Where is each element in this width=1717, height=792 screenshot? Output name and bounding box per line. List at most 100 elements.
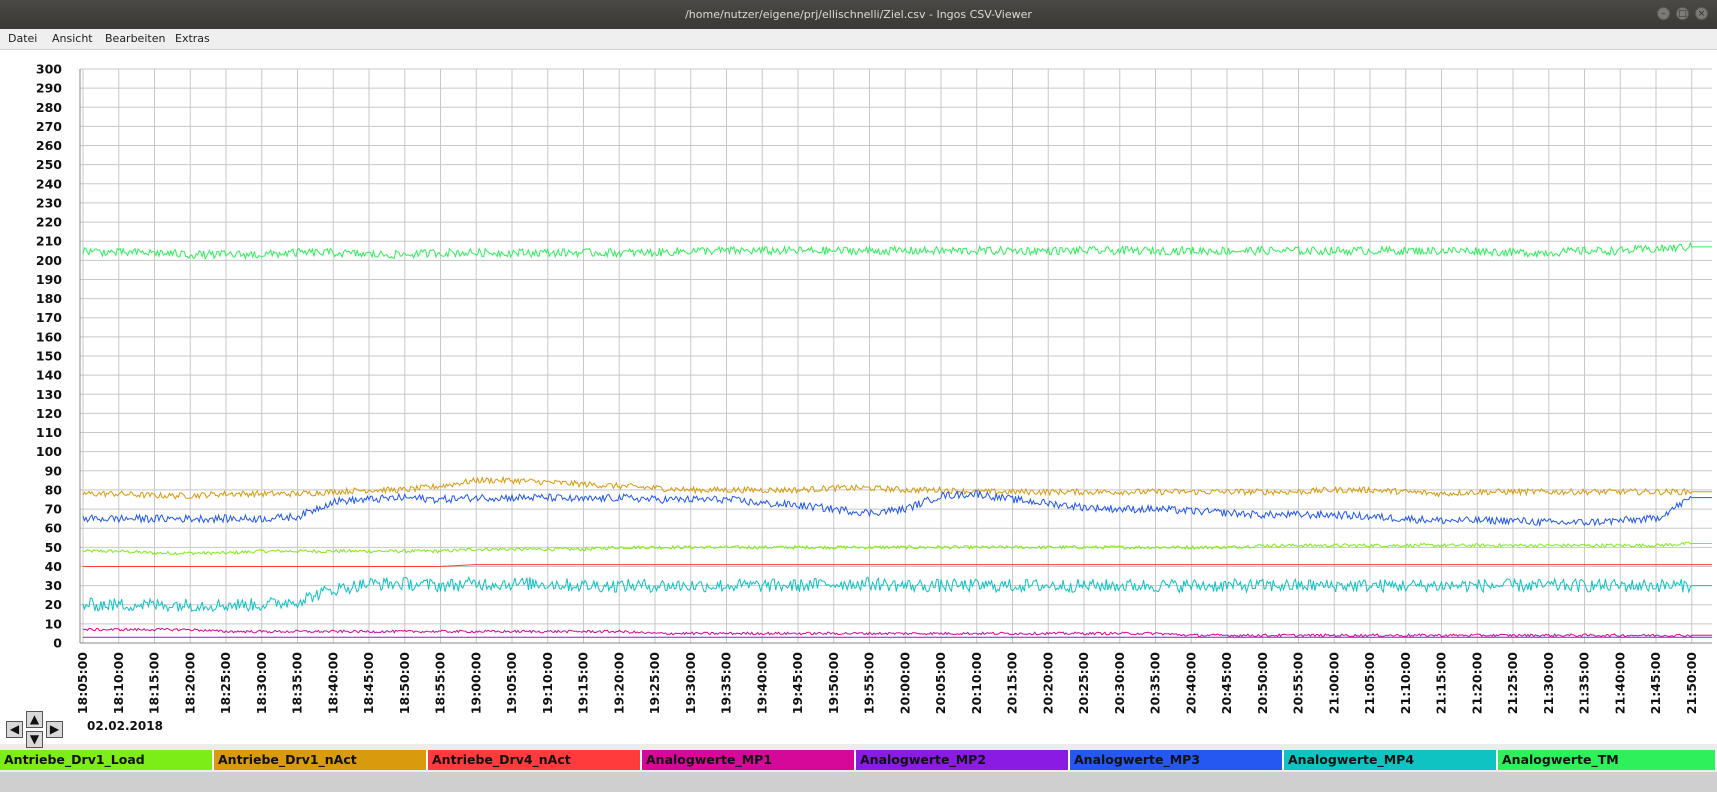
y-tick-label: 70 [45, 502, 63, 517]
y-tick-label: 230 [36, 195, 62, 210]
legend-item[interactable]: Analogwerte_MP1 [642, 750, 856, 770]
x-tick-label: 20:55:00 [1291, 652, 1306, 714]
y-tick-label: 180 [36, 291, 62, 306]
y-tick-label: 270 [36, 119, 62, 134]
status-bar [0, 772, 1717, 792]
x-tick-label: 21:05:00 [1362, 652, 1377, 714]
x-tick-label: 18:45:00 [361, 652, 376, 714]
legend-item[interactable]: Antriebe_Drv1_nAct [214, 750, 428, 770]
x-tick-label: 19:45:00 [790, 652, 805, 714]
x-tick-label: 20:50:00 [1255, 652, 1270, 714]
x-tick-label: 18:10:00 [111, 652, 126, 714]
x-tick-label: 21:45:00 [1648, 652, 1663, 714]
menu-extras[interactable]: Extras [171, 29, 214, 49]
date-label: 02.02.2018 [87, 719, 163, 733]
y-tick-label: 250 [36, 157, 62, 172]
y-tick-label: 300 [36, 62, 62, 77]
y-tick-label: 50 [45, 540, 63, 555]
x-tick-label: 18:35:00 [290, 652, 305, 714]
y-tick-label: 130 [36, 387, 62, 402]
series-line [82, 241, 1712, 261]
legend-item[interactable]: Antriebe_Drv1_Load [0, 750, 214, 770]
y-tick-label: 90 [45, 463, 63, 478]
x-tick-label: 21:40:00 [1612, 652, 1627, 714]
window-titlebar: /home/nutzer/eigene/prj/ellischnelli/Zie… [0, 0, 1717, 29]
y-tick-label: 290 [36, 81, 62, 96]
x-tick-label: 20:10:00 [969, 652, 984, 714]
menu-ansicht[interactable]: Ansicht [48, 29, 97, 49]
arrow-left-icon[interactable]: ◀ [6, 721, 23, 738]
y-tick-label: 10 [45, 616, 63, 631]
arrow-right-icon[interactable]: ▶ [46, 721, 63, 738]
series-line [82, 490, 1712, 528]
y-tick-label: 0 [53, 636, 62, 651]
y-tick-label: 160 [36, 329, 62, 344]
x-tick-label: 21:30:00 [1541, 652, 1556, 714]
window-title: /home/nutzer/eigene/prj/ellischnelli/Zie… [685, 8, 1032, 21]
x-tick-label: 20:20:00 [1040, 652, 1055, 714]
x-tick-label: 18:15:00 [147, 652, 162, 714]
x-tick-label: 19:40:00 [754, 652, 769, 714]
y-tick-label: 220 [36, 215, 62, 230]
legend-item[interactable]: Analogwerte_TM [1498, 750, 1717, 770]
minimize-icon[interactable]: – [1657, 7, 1670, 20]
y-tick-label: 30 [45, 578, 63, 593]
x-tick-label: 19:35:00 [719, 652, 734, 714]
x-tick-label: 20:25:00 [1076, 652, 1091, 714]
x-tick-label: 21:25:00 [1505, 652, 1520, 714]
x-tick-label: 19:55:00 [862, 652, 877, 714]
y-tick-label: 100 [36, 444, 62, 459]
x-tick-label: 20:30:00 [1112, 652, 1127, 714]
x-tick-label: 19:50:00 [826, 652, 841, 714]
arrow-down-icon[interactable]: ▼ [26, 731, 43, 748]
x-tick-label: 19:20:00 [611, 652, 626, 714]
x-tick-label: 21:50:00 [1684, 652, 1699, 714]
x-tick-label: 19:10:00 [540, 652, 555, 714]
x-tick-label: 18:20:00 [182, 652, 197, 714]
series-legend: Antriebe_Drv1_Load Antriebe_Drv1_nAct Antr… [0, 750, 1717, 772]
chart-area[interactable]: 0 10 20 30 40 50 60 70 80 90 100 110 120 130 140 150 160… [0, 50, 1717, 744]
x-tick-label: 18:50:00 [397, 652, 412, 714]
maximize-icon[interactable]: □ [1676, 7, 1689, 20]
y-tick-label: 20 [45, 597, 63, 612]
x-tick-label: 20:15:00 [1005, 652, 1020, 714]
y-tick-label: 150 [36, 349, 62, 364]
x-tick-label: 20:35:00 [1148, 652, 1163, 714]
legend-item[interactable]: Antriebe_Drv4_nAct [428, 750, 642, 770]
x-tick-label: 18:25:00 [218, 652, 233, 714]
menu-bar: Datei Ansicht Bearbeiten Extras [0, 29, 1717, 50]
arrow-up-icon[interactable]: ▲ [26, 711, 43, 728]
x-tick-label: 19:15:00 [576, 652, 591, 714]
y-tick-label: 190 [36, 272, 62, 287]
menu-bearbeiten[interactable]: Bearbeiten [101, 29, 169, 49]
x-tick-label: 21:10:00 [1398, 652, 1413, 714]
x-tick-label: 20:05:00 [933, 652, 948, 714]
y-tick-label: 80 [45, 482, 63, 497]
y-tick-label: 40 [45, 559, 63, 574]
series-line [82, 627, 1712, 638]
legend-item[interactable]: Analogwerte_MP3 [1070, 750, 1284, 770]
y-tick-label: 200 [36, 253, 62, 268]
series-line [82, 576, 1712, 613]
x-tick-label: 19:00:00 [468, 652, 483, 714]
series-line [82, 541, 1712, 556]
y-tick-label: 120 [36, 406, 62, 421]
close-icon[interactable]: × [1695, 7, 1708, 20]
x-tick-label: 20:00:00 [897, 652, 912, 714]
x-tick-label: 20:40:00 [1183, 652, 1198, 714]
x-tick-label: 21:15:00 [1434, 652, 1449, 714]
x-tick-label: 20:45:00 [1219, 652, 1234, 714]
x-tick-label: 19:05:00 [504, 652, 519, 714]
x-tick-label: 21:00:00 [1326, 652, 1341, 714]
line-chart[interactable]: 0 10 20 30 40 50 60 70 80 90 100 110 120 130 140 150 160… [0, 50, 1717, 744]
y-tick-label: 280 [36, 100, 62, 115]
x-tick-label: 18:05:00 [75, 652, 90, 714]
legend-item[interactable]: Analogwerte_MP4 [1284, 750, 1498, 770]
x-tick-label: 18:55:00 [433, 652, 448, 714]
menu-datei[interactable]: Datei [4, 29, 41, 49]
x-tick-label: 18:40:00 [325, 652, 340, 714]
x-tick-label: 19:25:00 [647, 652, 662, 714]
legend-item[interactable]: Analogwerte_MP2 [856, 750, 1070, 770]
y-tick-label: 140 [36, 368, 62, 383]
x-tick-label: 18:30:00 [254, 652, 269, 714]
